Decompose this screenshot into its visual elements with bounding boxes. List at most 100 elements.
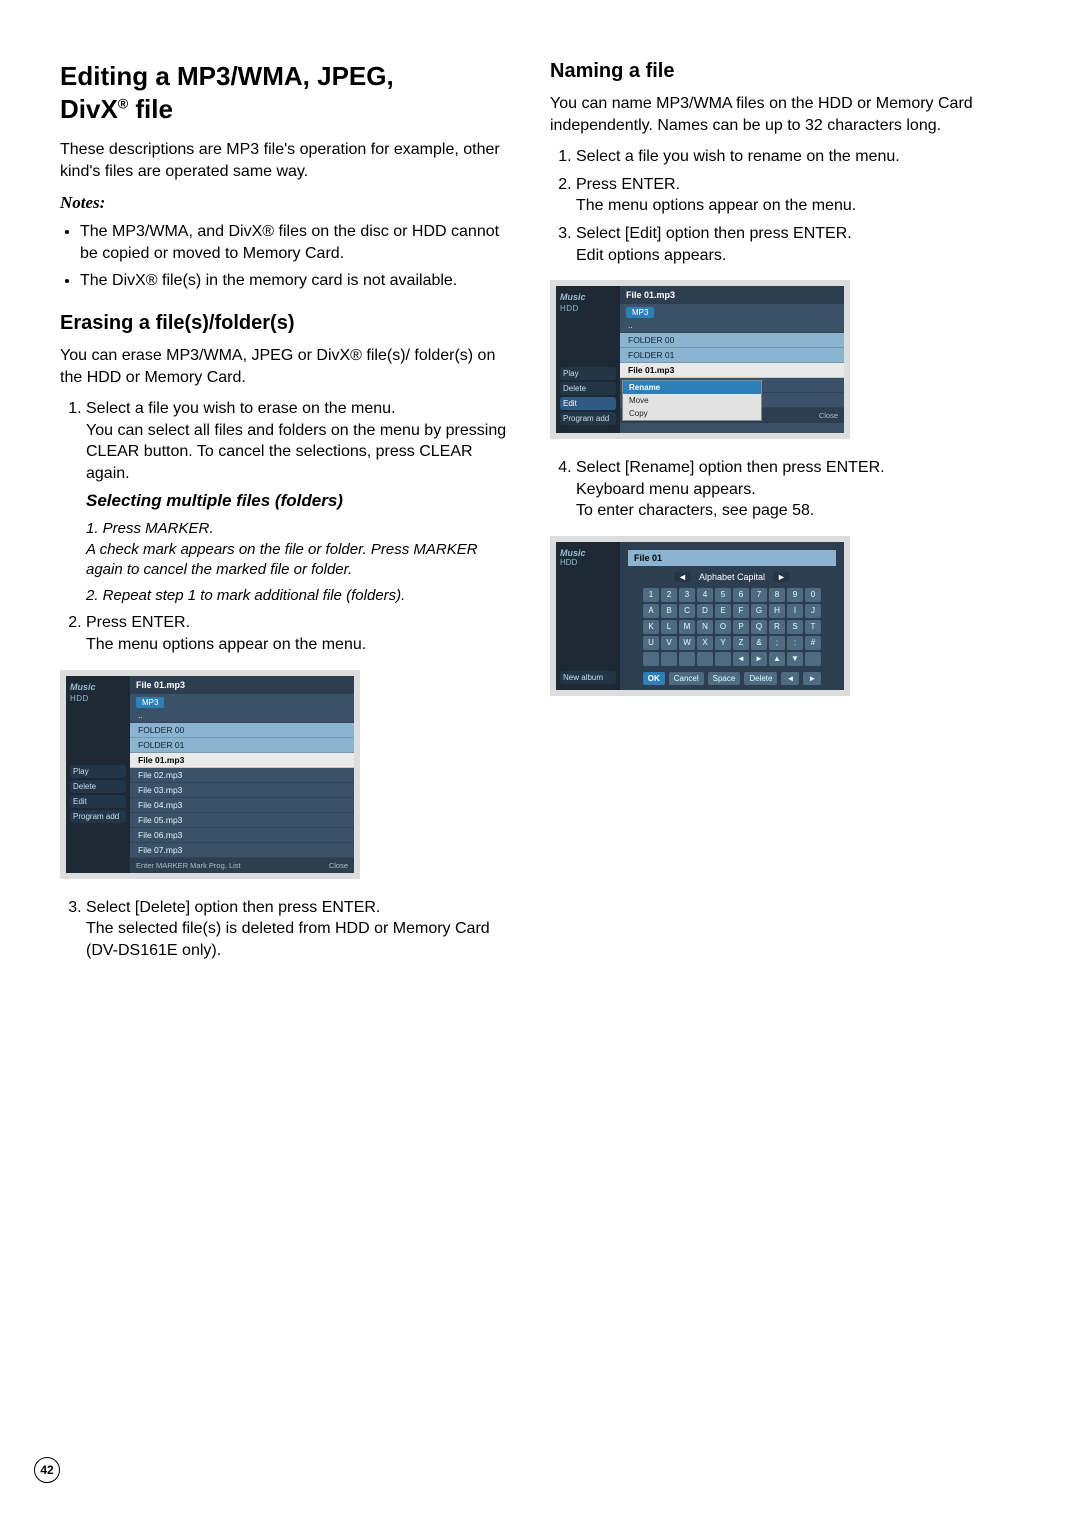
fig-ctrl-row: OK Cancel Space Delete ◄ ► xyxy=(628,672,836,685)
fig-key xyxy=(805,652,821,666)
fig-chip: MP3 xyxy=(626,307,654,318)
fig-key: ▲ xyxy=(769,652,785,666)
fig-key: 1 xyxy=(643,588,659,602)
fig-key xyxy=(679,652,695,666)
naming-heading: Naming a file xyxy=(550,60,1000,83)
selecting-multiple-heading: Selecting multiple files (folders) xyxy=(86,490,510,513)
substep-item: 2. Repeat step 1 to mark additional file… xyxy=(86,586,510,606)
step-item: Press ENTER. The menu options appear on … xyxy=(576,174,1000,217)
fig-key: N xyxy=(697,620,713,634)
right-column: Naming a file You can name MP3/WMA files… xyxy=(550,60,1000,967)
fig-key xyxy=(715,652,731,666)
fig-side-button: Play xyxy=(70,765,126,778)
fig-ctrl-ok: OK xyxy=(643,672,665,685)
fig-key: B xyxy=(661,604,677,618)
erase-steps-cont: Select [Delete] option then press ENTER.… xyxy=(60,897,510,962)
fig-key xyxy=(643,652,659,666)
fig-ctrl-button: Delete xyxy=(744,672,777,685)
fig-key: 5 xyxy=(715,588,731,602)
fig-ctrl-button: Cancel xyxy=(669,672,704,685)
fig-key: ► xyxy=(751,652,767,666)
fig-key: J xyxy=(805,604,821,618)
fig-side-button: Program add xyxy=(70,810,126,823)
fig-key xyxy=(697,652,713,666)
left-column: Editing a MP3/WMA, JPEG, DivX® file Thes… xyxy=(60,60,510,967)
erase-heading: Erasing a file(s)/folder(s) xyxy=(60,312,510,335)
fig-key: W xyxy=(679,636,695,650)
fig-side-button: Edit xyxy=(70,795,126,808)
fig-key: S xyxy=(787,620,803,634)
heading-line2-post: file xyxy=(128,94,173,124)
erase-intro: You can erase MP3/WMA, JPEG or DivX® fil… xyxy=(60,345,510,388)
fig-row: .. xyxy=(620,318,844,333)
page-number: 42 xyxy=(34,1457,60,1483)
fig-chip: MP3 xyxy=(136,697,164,708)
fig-key xyxy=(661,652,677,666)
step-item: Select [Delete] option then press ENTER.… xyxy=(86,897,510,962)
fig-key: F xyxy=(733,604,749,618)
notes-list: The MP3/WMA, and DivX® files on the disc… xyxy=(60,221,510,292)
fig-side-hdd: HDD xyxy=(560,558,616,567)
fig-key: L xyxy=(661,620,677,634)
fig-key: 7 xyxy=(751,588,767,602)
fig-key: U xyxy=(643,636,659,650)
fig-key: ; xyxy=(769,636,785,650)
fig-popup-item: Move xyxy=(623,394,761,407)
fig-row: File 03.mp3 xyxy=(130,783,354,798)
fig-footer-right: Close xyxy=(329,861,348,870)
substep-item: 1. Press MARKER. A check mark appears on… xyxy=(86,519,510,580)
step-text: Select a file you wish to erase on the m… xyxy=(86,400,506,482)
fig-row: File 04.mp3 xyxy=(130,798,354,813)
fig-ctrl-button: ► xyxy=(803,672,821,685)
fig-key: 3 xyxy=(679,588,695,602)
fig-side-button-highlight: Edit xyxy=(560,397,616,410)
fig-footer-right: Close xyxy=(819,411,838,420)
fig-key: R xyxy=(769,620,785,634)
fig-side-button: Delete xyxy=(70,780,126,793)
figure-erase-menu: Music HDD Play Delete Edit Program add F… xyxy=(60,670,510,879)
figure-edit-menu: Music HDD Play Delete Edit Program add F… xyxy=(550,280,1000,439)
fig-row: File 07.mp3 xyxy=(130,843,354,858)
step-item: Select [Edit] option then press ENTER. E… xyxy=(576,223,1000,266)
fig-row-selected: File 01.mp3 xyxy=(130,753,354,768)
note-item: The MP3/WMA, and DivX® files on the disc… xyxy=(80,221,510,264)
note-item: The DivX® file(s) in the memory card is … xyxy=(80,270,510,292)
arrow-right-icon: ► xyxy=(773,572,790,582)
arrow-left-icon: ◄ xyxy=(674,572,691,582)
fig-key: 6 xyxy=(733,588,749,602)
fig-key-grid: 1234567890ABCDEFGHIJKLMNOPQRSTUVWXYZ&;:#… xyxy=(628,588,836,666)
step-item: Press ENTER. The menu options appear on … xyxy=(86,612,510,655)
fig-key: O xyxy=(715,620,731,634)
fig-side-button: Delete xyxy=(560,382,616,395)
fig-side-button: Play xyxy=(560,367,616,380)
fig-popup-item-highlight: Rename xyxy=(623,381,761,394)
fig-ctrl-button: Space xyxy=(708,672,741,685)
fig-popup: Rename Move Copy xyxy=(622,380,762,421)
fig-row-selected: File 01.mp3 xyxy=(620,363,844,378)
fig-side-tab: Music xyxy=(70,682,126,692)
fig-ctrl-button: ◄ xyxy=(781,672,799,685)
naming-steps: Select a file you wish to rename on the … xyxy=(550,146,1000,266)
fig-footer-left: Enter MARKER Mark Prog. List xyxy=(136,861,241,870)
fig-key: E xyxy=(715,604,731,618)
fig-row: FOLDER 00 xyxy=(130,723,354,738)
figure-keyboard: Music HDD New album File 01 ◄ Alphabet C… xyxy=(550,536,1000,696)
heading-line2-pre: DivX xyxy=(60,94,118,124)
fig-key: # xyxy=(805,636,821,650)
fig-side-tab: Music xyxy=(560,548,616,558)
fig-key: ▼ xyxy=(787,652,803,666)
fig-key: G xyxy=(751,604,767,618)
heading-line1: Editing a MP3/WMA, JPEG, xyxy=(60,61,394,91)
fig-filename: File 01 xyxy=(628,550,836,566)
fig-key: I xyxy=(787,604,803,618)
naming-intro: You can name MP3/WMA files on the HDD or… xyxy=(550,93,1000,136)
fig-mode-label: Alphabet Capital xyxy=(699,572,765,582)
fig-key: M xyxy=(679,620,695,634)
fig-row: FOLDER 00 xyxy=(620,333,844,348)
fig-key: 2 xyxy=(661,588,677,602)
fig-row: File 02.mp3 xyxy=(130,768,354,783)
registered-mark: ® xyxy=(118,95,128,111)
notes-label: Notes: xyxy=(60,192,510,215)
fig-row: .. xyxy=(130,708,354,723)
fig-row: FOLDER 01 xyxy=(620,348,844,363)
